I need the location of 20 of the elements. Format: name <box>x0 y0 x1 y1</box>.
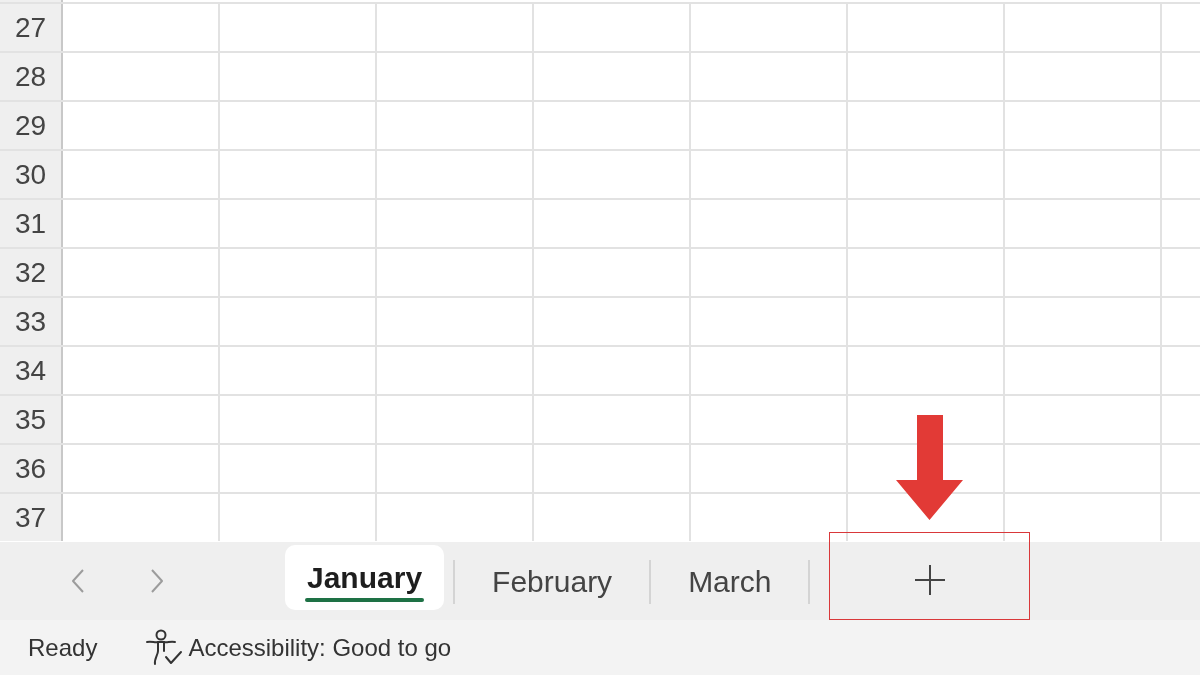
row-header[interactable]: 35 <box>0 396 63 443</box>
row-header[interactable]: 30 <box>0 151 63 198</box>
row-header[interactable]: 27 <box>0 4 63 51</box>
row-header[interactable]: 32 <box>0 249 63 296</box>
row-header[interactable]: 28 <box>0 53 63 100</box>
accessibility-check-icon <box>145 628 184 667</box>
sheet-tab[interactable]: March <box>651 549 809 614</box>
row-header[interactable]: 36 <box>0 445 63 492</box>
sheet-tab[interactable]: February <box>455 549 650 614</box>
accessibility-status-text[interactable]: Accessibility: Good to go <box>188 633 452 662</box>
row-header[interactable]: 37 <box>0 494 63 541</box>
row-header[interactable]: 33 <box>0 298 63 345</box>
sheet-tab[interactable]: January <box>285 545 445 610</box>
status-mode-text: Ready <box>28 633 98 662</box>
row-header[interactable]: 31 <box>0 200 63 247</box>
chevron-right-icon <box>150 569 164 593</box>
plus-icon <box>915 565 945 596</box>
row-header[interactable]: 29 <box>0 102 63 149</box>
chevron-left-icon <box>71 569 85 593</box>
row-header[interactable]: 34 <box>0 347 63 394</box>
